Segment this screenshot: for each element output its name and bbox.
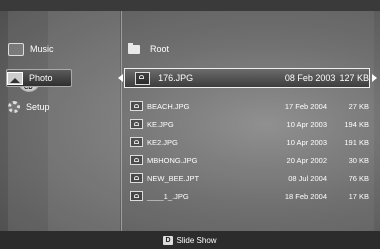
- slide-show-hint: D Slide Show: [0, 231, 380, 249]
- file-name: KE2.JPG: [147, 137, 178, 147]
- folder-icon: [128, 42, 140, 54]
- file-name: 176.JPG: [158, 73, 194, 83]
- gear-icon: [8, 101, 20, 113]
- image-file-icon: [130, 119, 143, 129]
- file-row[interactable]: MBHONG.JPG 20 Apr 2002 30 KB: [130, 153, 370, 167]
- image-file-icon: [130, 155, 143, 165]
- arrow-left-icon: [118, 74, 123, 82]
- file-name: MBHONG.JPG: [147, 155, 198, 165]
- file-name: ____1_.JPG: [147, 191, 189, 201]
- selected-file-row[interactable]: 176.JPG 08 Feb 2003 127 KB: [124, 68, 370, 88]
- file-row[interactable]: NEW_BEE.JPT 08 Jul 2004 76 KB: [130, 171, 370, 185]
- file-size: 191 KB: [344, 137, 369, 147]
- file-name: NEW_BEE.JPT: [147, 173, 200, 183]
- file-size: 27 KB: [348, 101, 369, 111]
- file-size: 76 KB: [348, 173, 369, 183]
- menu-item-label: Music: [30, 44, 54, 54]
- file-date: 20 Apr 2002: [286, 155, 327, 165]
- file-row[interactable]: ____1_.JPG 18 Feb 2004 17 KB: [130, 189, 370, 203]
- file-name: BEACH.JPG: [147, 101, 190, 111]
- file-size: 17 KB: [348, 191, 369, 201]
- image-file-icon: [135, 71, 151, 85]
- image-file-icon: [130, 173, 143, 183]
- dvd-menu-screen: CD Music Photo Setup Root 176.JPG 08 Feb…: [0, 0, 380, 249]
- file-row[interactable]: KE2.JPG 10 Apr 2003 191 KB: [130, 135, 370, 149]
- file-name: KE.JPG: [147, 119, 174, 129]
- file-row[interactable]: BEACH.JPG 17 Feb 2004 27 KB: [130, 99, 370, 113]
- menu-item-label: Setup: [26, 102, 50, 112]
- menu-item-setup[interactable]: Setup: [8, 99, 68, 115]
- file-date: 10 Apr 2003: [286, 137, 327, 147]
- image-file-icon: [130, 191, 143, 201]
- file-date: 17 Feb 2004: [284, 101, 327, 111]
- d-key-icon: D: [163, 235, 173, 245]
- image-file-icon: [130, 101, 143, 111]
- top-frame: [0, 0, 380, 11]
- menu-item-music[interactable]: Music: [8, 41, 68, 57]
- root-folder-row[interactable]: Root: [128, 42, 169, 56]
- file-size: 194 KB: [344, 119, 369, 129]
- file-size: 127 KB: [339, 73, 369, 83]
- menu-item-photo[interactable]: Photo: [6, 69, 72, 87]
- photo-icon: [7, 71, 23, 85]
- file-date: 08 Feb 2003: [284, 73, 336, 83]
- arrow-right-icon: [372, 74, 377, 82]
- menu-item-label: Photo: [29, 73, 53, 83]
- music-icon: [8, 42, 24, 56]
- file-size: 30 KB: [348, 155, 369, 165]
- root-folder-label: Root: [150, 44, 170, 54]
- slide-show-label: Slide Show: [176, 235, 217, 245]
- file-date: 08 Jul 2004: [288, 173, 327, 183]
- image-file-icon: [130, 137, 143, 147]
- file-row[interactable]: KE.JPG 10 Apr 2003 194 KB: [130, 117, 370, 131]
- file-date: 18 Feb 2004: [284, 191, 327, 201]
- file-date: 10 Apr 2003: [286, 119, 327, 129]
